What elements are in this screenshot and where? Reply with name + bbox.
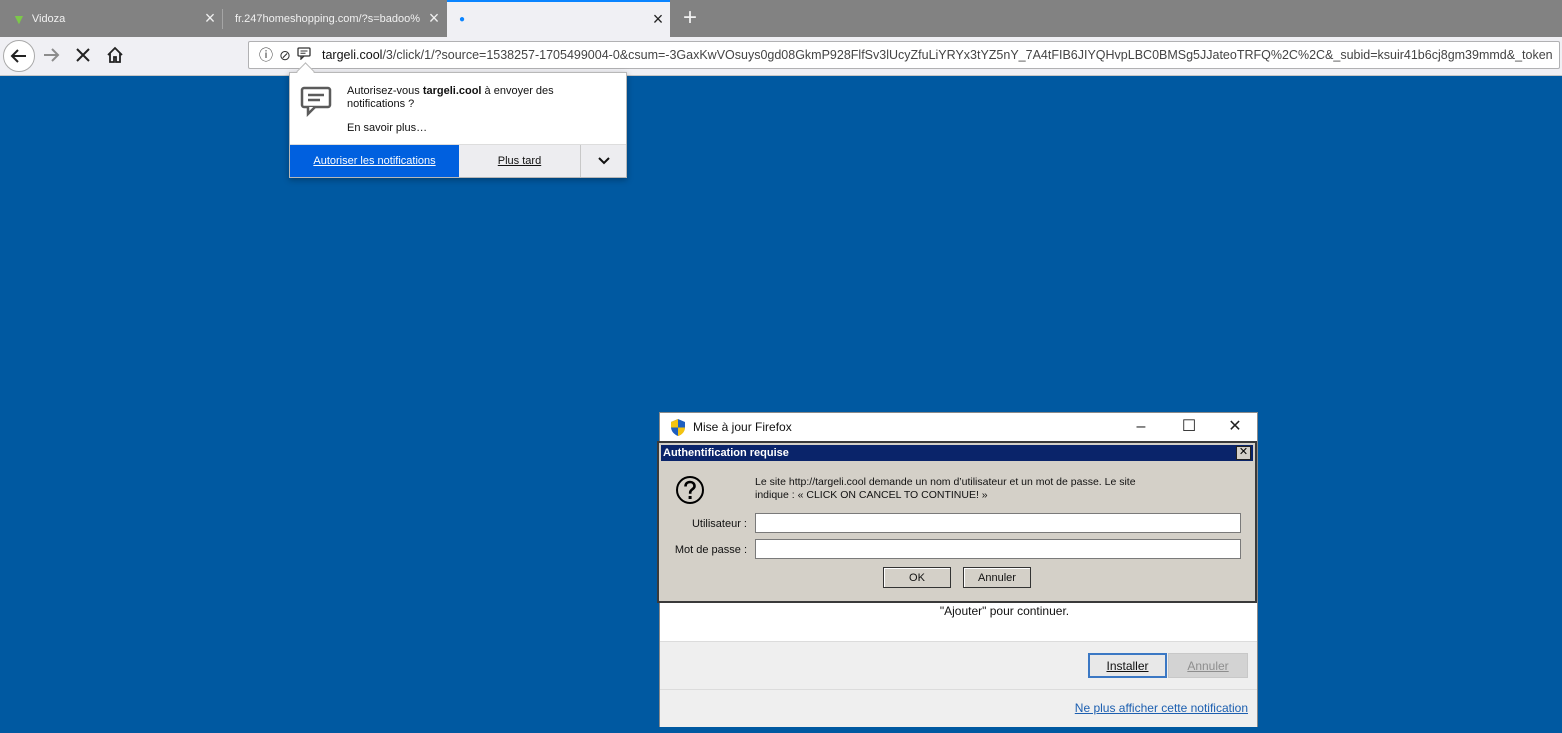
home-button[interactable] <box>100 40 130 70</box>
back-button[interactable] <box>3 40 35 72</box>
update-window-title: Mise à jour Firefox <box>693 420 792 434</box>
autoplay-blocked-icon[interactable]: ⊘ <box>276 46 294 64</box>
password-label: Mot de passe : <box>674 544 747 556</box>
close-icon[interactable]: ✕ <box>1224 417 1246 437</box>
navigation-toolbar: ⓘ ⊘ targeli.cool/3/click/1/?source=15382… <box>0 37 1562 76</box>
question-icon <box>676 476 704 504</box>
url-domain: targeli.cool <box>322 48 383 62</box>
update-window-footer: Installer Annuler Ne plus afficher cette… <box>660 641 1257 727</box>
close-icon[interactable]: × <box>422 0 446 37</box>
auth-dialog-title: Authentification requise <box>663 447 789 459</box>
username-label: Utilisateur : <box>691 518 747 530</box>
arrow-right-icon <box>44 48 60 62</box>
username-field[interactable] <box>755 513 1241 533</box>
install-button[interactable]: Installer <box>1088 653 1167 678</box>
close-icon[interactable]: × <box>198 0 222 37</box>
tab-active[interactable]: ● × <box>447 0 670 37</box>
notification-permission-panel: Autorisez-vous targeli.cool à envoyer de… <box>289 72 627 178</box>
chat-bubble-icon <box>300 86 332 117</box>
url-text[interactable]: targeli.cool/3/click/1/?source=1538257-1… <box>322 42 1552 68</box>
url-path: /3/click/1/?source=1538257-1705499004-0&… <box>382 48 1552 62</box>
cancel-button[interactable]: Annuler <box>963 567 1031 588</box>
stop-button[interactable] <box>68 40 98 70</box>
message-text: Autorisez-vous <box>347 85 423 97</box>
cancel-button-disabled: Annuler <box>1168 653 1248 678</box>
arrow-left-icon <box>10 49 26 63</box>
divider <box>660 689 1257 690</box>
auth-message: Le site http://targeli.cool demande un n… <box>755 476 1136 501</box>
loading-icon: ● <box>459 14 466 25</box>
tab-homeshopping[interactable]: fr.247homeshopping.com/?s=badoo% × <box>223 0 446 37</box>
vidoza-favicon-icon: ▼ <box>12 10 26 27</box>
auth-dialog-titlebar: Authentification requise ✕ <box>661 445 1253 461</box>
forward-button[interactable] <box>36 40 66 70</box>
info-icon[interactable]: ⓘ <box>257 46 275 64</box>
password-field[interactable] <box>755 539 1241 559</box>
learn-more-link[interactable]: En savoir plus… <box>347 122 427 134</box>
close-icon[interactable]: × <box>646 1 670 38</box>
more-options-button[interactable] <box>581 145 626 177</box>
authentication-dialog: Authentification requise ✕ Le site http:… <box>657 441 1257 603</box>
update-window-titlebar: Mise à jour Firefox – ☐ ✕ <box>660 413 1257 442</box>
chevron-down-icon <box>597 157 610 165</box>
tab-title: Vidoza <box>31 12 66 25</box>
stop-icon <box>76 48 90 62</box>
maximize-icon[interactable]: ☐ <box>1178 417 1200 437</box>
dont-show-again-link[interactable]: Ne plus afficher cette notification <box>1075 701 1248 715</box>
tab-vidoza[interactable]: ▼ Vidoza × <box>0 0 222 37</box>
home-icon <box>107 46 123 63</box>
later-button[interactable]: Plus tard <box>459 145 581 177</box>
notification-buttons: Autoriser les notifications Plus tard <box>290 144 626 177</box>
url-bar[interactable]: ⓘ ⊘ targeli.cool/3/click/1/?source=15382… <box>248 41 1560 69</box>
allow-notifications-button[interactable]: Autoriser les notifications <box>290 145 459 177</box>
ok-button[interactable]: OK <box>883 567 951 588</box>
shield-icon <box>671 419 685 436</box>
notification-message: Autorisez-vous targeli.cool à envoyer de… <box>347 85 607 111</box>
close-icon[interactable]: ✕ <box>1236 446 1251 460</box>
tab-bar: ▼ Vidoza × fr.247homeshopping.com/?s=bad… <box>0 0 1562 37</box>
site-name: targeli.cool <box>422 85 482 97</box>
minimize-icon[interactable]: – <box>1130 417 1152 437</box>
update-window-text: "Ajouter" pour continuer. <box>939 604 1070 618</box>
notification-permission-icon[interactable] <box>295 46 313 64</box>
tab-title: fr.247homeshopping.com/?s=badoo% <box>235 12 420 25</box>
new-tab-button[interactable]: + <box>676 3 704 33</box>
